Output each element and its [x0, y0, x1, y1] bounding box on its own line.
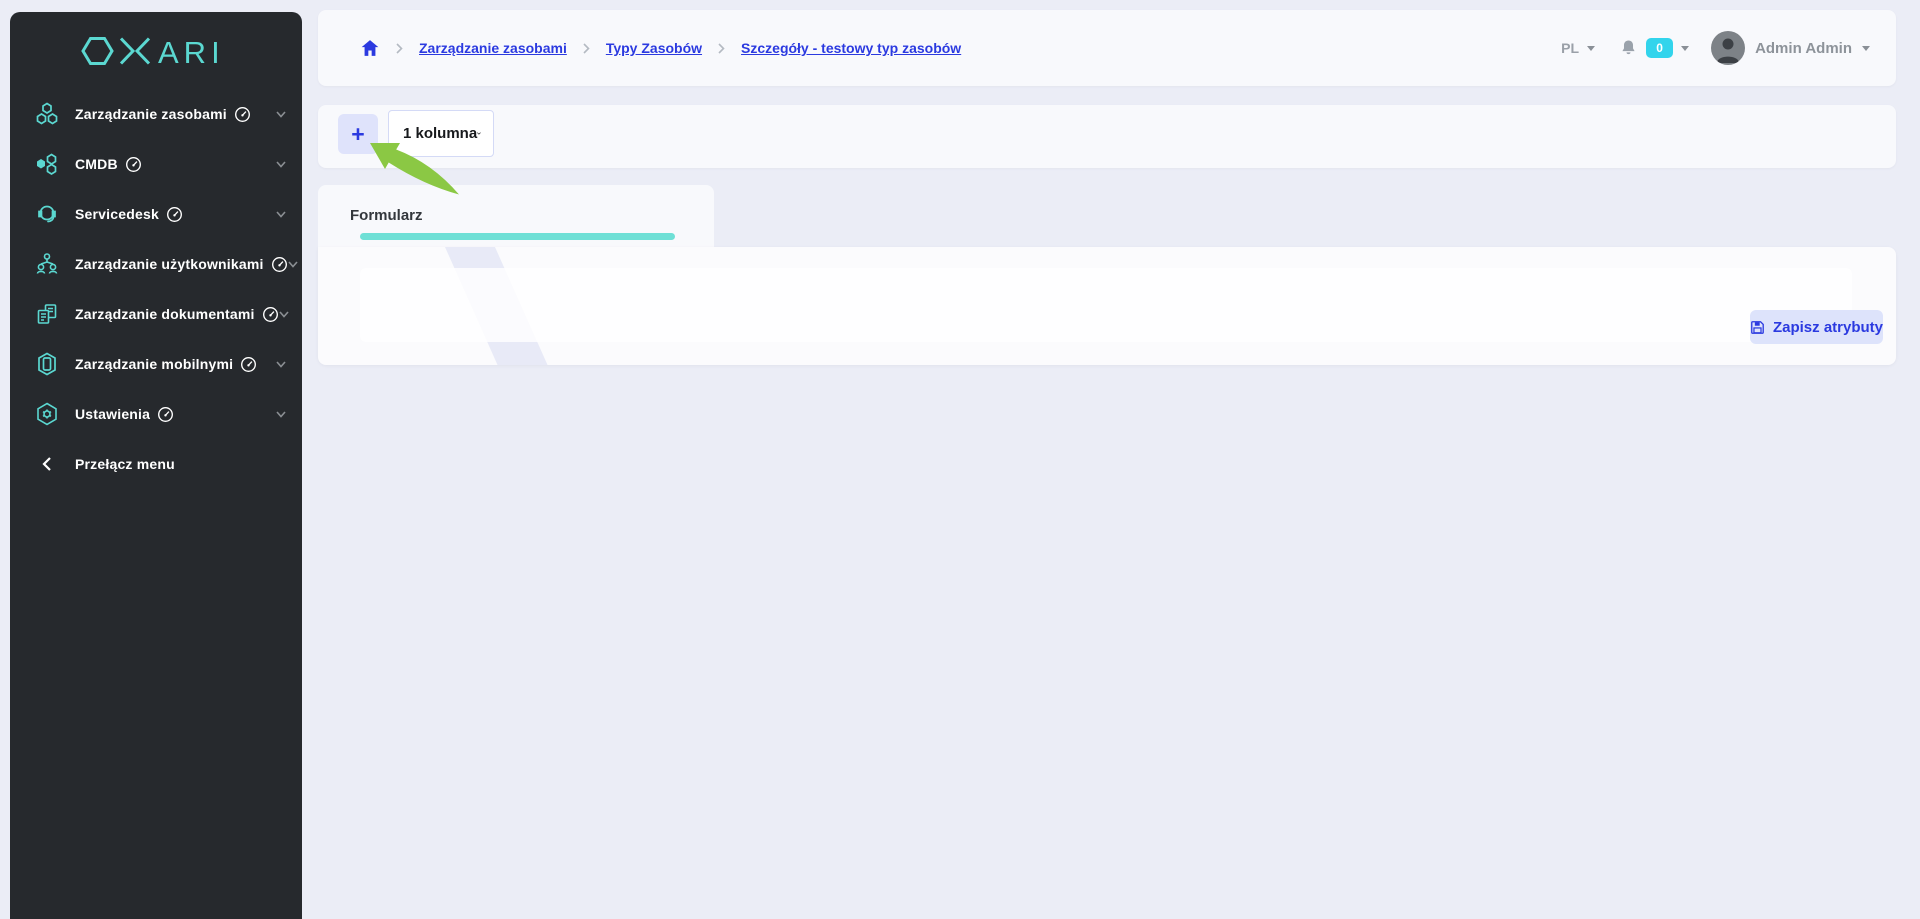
- sidebar-item-zarzadzanie-mobilnymi[interactable]: Zarządzanie mobilnymi: [10, 339, 302, 389]
- sidebar-menu: Zarządzanie zasobami: [10, 89, 302, 489]
- chevron-down-icon: [276, 361, 286, 368]
- bell-icon: [1619, 38, 1638, 58]
- sidebar-item-zarzadzanie-dokumentami[interactable]: Zarządzanie dokumentami: [10, 289, 302, 339]
- tab-label: Formularz: [350, 207, 423, 224]
- servicedesk-icon: [34, 201, 60, 227]
- app-root: ARI Zarządzanie zasobami: [0, 0, 1920, 919]
- breadcrumb-link-typy-zasobow[interactable]: Typy Zasobów: [606, 40, 702, 56]
- documents-icon: [34, 301, 60, 327]
- sidebar-item-label: Zarządzanie mobilnymi: [75, 356, 233, 372]
- user-name: Admin Admin: [1755, 40, 1852, 57]
- oxari-logo-icon: ARI: [80, 34, 232, 68]
- sidebar-item-label: Ustawienia: [75, 406, 150, 422]
- chevron-down-icon: [477, 130, 481, 137]
- sidebar-item-label: Servicedesk: [75, 206, 159, 222]
- chevron-down-icon: [288, 261, 298, 268]
- form-content-card: Zapisz atrybuty: [318, 247, 1896, 365]
- notification-count-badge: 0: [1646, 38, 1673, 58]
- sidebar-item-cmdb[interactable]: CMDB: [10, 139, 302, 189]
- breadcrumb: Zarządzanie zasobami Typy Zasobów Szczeg…: [360, 38, 961, 58]
- chevron-right-icon: [583, 43, 590, 54]
- cmdb-icon: [34, 151, 60, 177]
- tab-formularz[interactable]: Formularz: [318, 185, 714, 247]
- chevron-down-icon: [276, 111, 286, 118]
- sidebar: ARI Zarządzanie zasobami: [10, 12, 302, 919]
- gauge-icon: [240, 356, 257, 373]
- user-menu[interactable]: Admin Admin: [1711, 31, 1870, 65]
- sidebar-toggle-label: Przełącz menu: [75, 456, 175, 472]
- form-toolbar: + 1 kolumna: [318, 105, 1896, 168]
- avatar: [1711, 31, 1745, 65]
- save-attributes-button[interactable]: Zapisz atrybuty: [1750, 310, 1883, 344]
- add-attribute-button[interactable]: +: [338, 114, 378, 154]
- top-bar: Zarządzanie zasobami Typy Zasobów Szczeg…: [318, 10, 1896, 86]
- columns-select[interactable]: 1 kolumna: [388, 110, 494, 157]
- caret-down-icon: [1862, 46, 1870, 51]
- gauge-icon: [125, 156, 142, 173]
- gauge-icon: [166, 206, 183, 223]
- sidebar-item-label: CMDB: [75, 156, 118, 172]
- svg-text:ARI: ARI: [158, 35, 225, 68]
- mobile-icon: [34, 351, 60, 377]
- sidebar-toggle-menu[interactable]: Przełącz menu: [10, 439, 302, 489]
- gauge-icon: [271, 256, 288, 273]
- save-button-label: Zapisz atrybuty: [1773, 319, 1883, 336]
- sidebar-item-ustawienia[interactable]: Ustawienia: [10, 389, 302, 439]
- columns-select-value: 1 kolumna: [403, 125, 477, 142]
- gauge-icon: [234, 106, 251, 123]
- settings-icon: [34, 401, 60, 427]
- breadcrumb-link-zarzadzanie-zasobami[interactable]: Zarządzanie zasobami: [419, 40, 567, 56]
- caret-down-icon: [1681, 46, 1689, 51]
- sidebar-item-label: Zarządzanie zasobami: [75, 106, 227, 122]
- sidebar-item-label: Zarządzanie użytkownikami: [75, 256, 264, 272]
- oxari-logo: ARI: [10, 12, 302, 70]
- chevron-left-icon: [34, 451, 60, 477]
- gauge-icon: [157, 406, 174, 423]
- chevron-down-icon: [279, 311, 289, 318]
- caret-down-icon: [1587, 46, 1595, 51]
- active-tab-indicator: [360, 233, 675, 240]
- sidebar-item-zarzadzanie-uzytkownikami[interactable]: Zarządzanie użytkownikami: [10, 239, 302, 289]
- save-icon: [1750, 319, 1765, 336]
- home-icon[interactable]: [360, 38, 380, 58]
- chevron-down-icon: [276, 161, 286, 168]
- sidebar-item-servicedesk[interactable]: Servicedesk: [10, 189, 302, 239]
- assets-icon: [34, 101, 60, 127]
- attributes-panel: Zapisz atrybuty: [360, 268, 1852, 342]
- breadcrumb-link-szczegoly[interactable]: Szczegóły - testowy typ zasobów: [741, 40, 961, 56]
- language-selector[interactable]: PL: [1561, 40, 1595, 56]
- gauge-icon: [262, 306, 279, 323]
- sidebar-item-zarzadzanie-zasobami[interactable]: Zarządzanie zasobami: [10, 89, 302, 139]
- language-label: PL: [1561, 40, 1579, 56]
- chevron-down-icon: [276, 411, 286, 418]
- chevron-down-icon: [276, 211, 286, 218]
- chevron-right-icon: [396, 43, 403, 54]
- users-icon: [34, 251, 60, 277]
- notifications-menu[interactable]: 0: [1619, 38, 1689, 58]
- top-right-controls: PL 0 Admin Admin: [1561, 31, 1870, 65]
- sidebar-item-label: Zarządzanie dokumentami: [75, 306, 255, 322]
- chevron-right-icon: [718, 43, 725, 54]
